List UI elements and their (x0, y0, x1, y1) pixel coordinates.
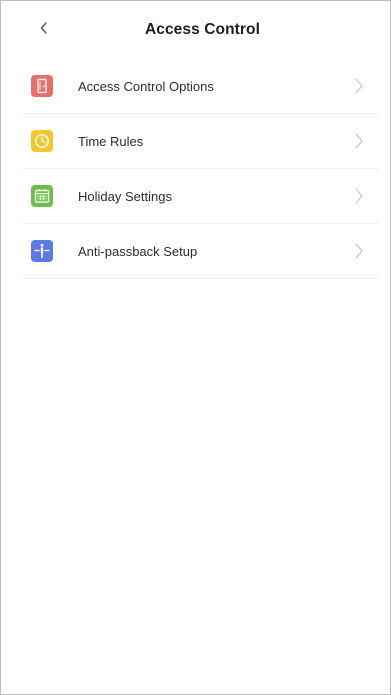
calendar-icon (31, 185, 53, 207)
page-title: Access Control (144, 21, 261, 38)
screen: Access Control Access Control Options Ti… (0, 0, 391, 695)
anti-passback-icon (31, 240, 53, 262)
clock-icon (31, 130, 53, 152)
back-button[interactable] (31, 17, 57, 43)
settings-menu: Access Control Options Time Rules Holida… (23, 59, 378, 279)
chevron-right-icon (352, 131, 366, 151)
menu-item-label: Anti-passback Setup (78, 243, 198, 259)
door-icon (31, 75, 53, 97)
menu-item-label: Time Rules (78, 133, 144, 149)
menu-item-label: Access Control Options (78, 78, 214, 94)
chevron-right-icon (352, 241, 366, 261)
chevron-right-icon (352, 186, 366, 206)
menu-item-holiday-settings[interactable]: Holiday Settings (23, 169, 378, 224)
menu-item-access-control-options[interactable]: Access Control Options (23, 59, 378, 114)
chevron-right-icon (352, 76, 366, 96)
chevron-left-icon (39, 21, 49, 40)
menu-item-anti-passback-setup[interactable]: Anti-passback Setup (23, 224, 378, 279)
menu-item-label: Holiday Settings (78, 188, 172, 204)
top-bar: Access Control (1, 1, 390, 59)
menu-item-time-rules[interactable]: Time Rules (23, 114, 378, 169)
